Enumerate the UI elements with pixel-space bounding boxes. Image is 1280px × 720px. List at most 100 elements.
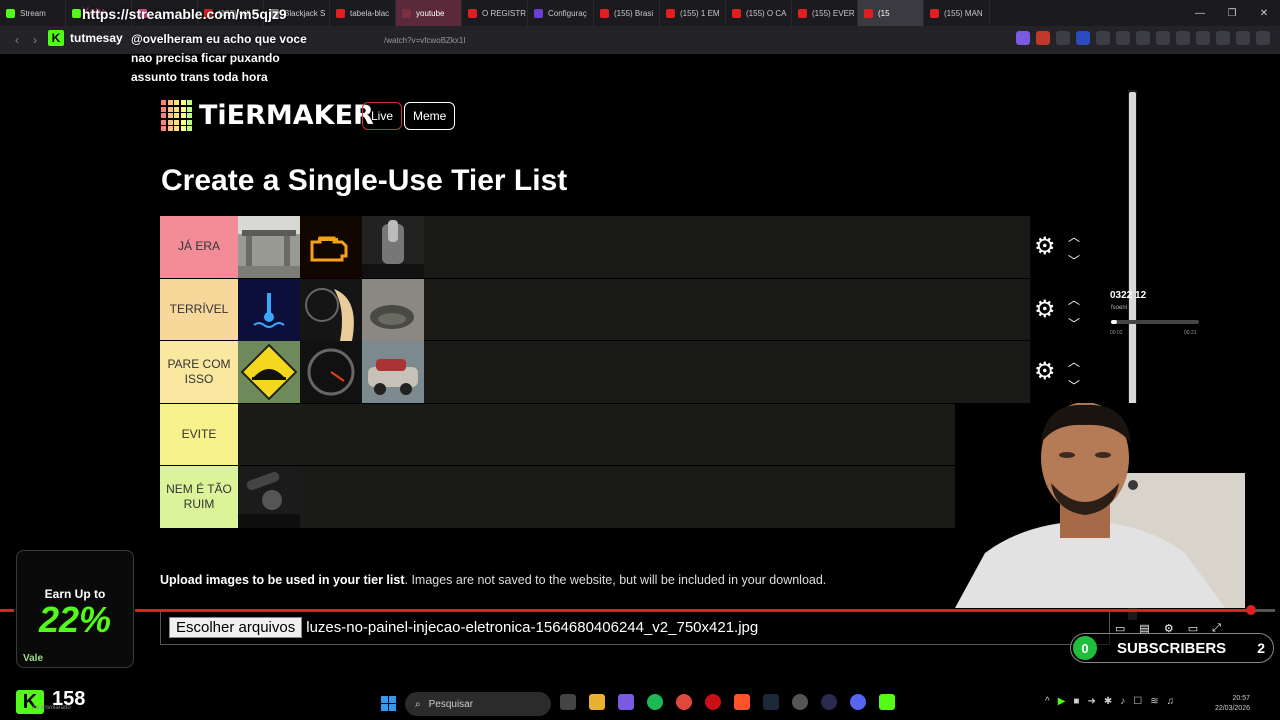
app-icon[interactable] [792, 694, 808, 710]
choose-files-button[interactable]: Escolher arquivos [169, 616, 303, 638]
mini-player-end-time: 00:21 [1184, 330, 1197, 336]
speedometer-image[interactable] [300, 341, 362, 404]
tier-drop-zone[interactable] [238, 403, 1030, 466]
extension-icon[interactable] [1096, 31, 1110, 45]
task-view-icon[interactable] [560, 694, 576, 710]
microphone-icon[interactable]: ♪ [1120, 696, 1125, 707]
url-field[interactable]: /watch?v=vfcwoBZkx1I [384, 36, 466, 45]
chevron-up-icon[interactable]: ︿ [1068, 228, 1080, 245]
mini-player-progress[interactable] [1111, 320, 1199, 324]
check-engine-light-image[interactable] [300, 216, 362, 278]
stream-progress-bar[interactable] [135, 609, 1255, 612]
app-tray-icon[interactable]: ■ [1073, 696, 1079, 707]
gas-station-image[interactable] [238, 216, 300, 278]
manual-gear-stick-image[interactable] [238, 466, 300, 529]
browser-tab[interactable]: youtube [396, 0, 462, 26]
taskbar-search[interactable]: ⌕ Pesquisar [405, 692, 551, 716]
upload-instructions-bold: Upload images to be used in your tier li… [160, 573, 405, 587]
network-icon[interactable]: ☐ [1133, 696, 1142, 707]
gear-icon[interactable]: ⚙ [1034, 297, 1056, 322]
wrecked-car-image[interactable] [362, 341, 424, 404]
tier-label[interactable]: EVITE [160, 403, 238, 466]
chevron-down-icon[interactable]: ﹀ [1068, 252, 1080, 269]
extension-icon[interactable] [1216, 31, 1230, 45]
tier-label[interactable]: NEM É TÃO RUIM [160, 466, 238, 528]
extension-icon[interactable] [1076, 31, 1090, 45]
tier-row-controls: ⚙ ︿ ﹀ [1030, 279, 1094, 342]
browser-tab[interactable]: (155) EVER [792, 0, 858, 26]
tier-label[interactable]: TERRÍVEL [160, 278, 238, 341]
fuel-gauge-dashboard-image[interactable] [300, 278, 362, 341]
tier-label[interactable]: PARE COM ISSO [160, 341, 238, 403]
speed-bump-sign-image[interactable] [238, 341, 300, 404]
browser-tab[interactable]: O REGISTR [462, 0, 528, 26]
chrome-icon[interactable] [676, 694, 692, 710]
tier-label[interactable]: JÁ ERA [160, 216, 238, 278]
close-icon[interactable]: ✕ [1248, 0, 1280, 26]
tab-label: youtube [416, 8, 445, 18]
browser-tab[interactable]: tabela-blac [330, 0, 396, 26]
bluetooth-icon[interactable]: ✱ [1104, 696, 1112, 707]
back-icon[interactable]: ‹ [8, 33, 26, 47]
puzzle-icon[interactable] [1116, 31, 1130, 45]
gear-icon[interactable]: ⚙ [1034, 235, 1056, 259]
play-icon[interactable]: ▶ [1058, 696, 1066, 707]
chevron-down-icon[interactable]: ﹀ [1068, 377, 1080, 394]
shield-icon[interactable] [1236, 31, 1250, 45]
extension-icon[interactable] [1136, 31, 1150, 45]
file-explorer-icon[interactable] [589, 694, 605, 710]
extension-icon[interactable] [1056, 31, 1070, 45]
browser-tab[interactable]: (155) MAN [924, 0, 990, 26]
gear-shifter-image[interactable] [362, 216, 424, 278]
brave-icon[interactable] [734, 694, 750, 710]
tiermaker-logo[interactable]: TiERMAKER [161, 100, 374, 131]
tier-drop-zone[interactable] [238, 466, 1030, 529]
menu-icon[interactable] [1256, 31, 1270, 45]
taskbar-clock[interactable]: 20:57 22/03/2026 [1215, 694, 1250, 714]
volume-icon[interactable]: ♫ [1167, 696, 1175, 707]
pothole-road-image[interactable] [362, 278, 424, 341]
tier-drop-zone[interactable] [238, 216, 1030, 278]
app-icon[interactable] [821, 694, 837, 710]
opera-icon[interactable] [705, 694, 721, 710]
ad-banner[interactable]: Earn Up to 22% Vale [16, 550, 134, 668]
subscribers-count: 0 [1073, 636, 1097, 660]
tab-favicon-icon [402, 8, 411, 18]
minimize-icon[interactable]: — [1184, 0, 1216, 26]
tier-drop-zone[interactable] [238, 341, 1030, 404]
restore-icon[interactable]: ❐ [1216, 0, 1248, 26]
chevron-up-icon[interactable]: ︿ [1068, 353, 1080, 370]
tier-row-controls: ⚙ ︿ ﹀ [1030, 216, 1094, 279]
chevron-down-icon[interactable]: ﹀ [1068, 315, 1080, 332]
spotify-icon[interactable] [647, 694, 663, 710]
meme-button[interactable]: Meme [404, 102, 456, 130]
chevron-up-icon[interactable]: ︿ [1068, 291, 1080, 308]
scrollbar-thumb[interactable] [1129, 92, 1136, 422]
app-icon[interactable] [618, 694, 634, 710]
app-tray-icon[interactable]: ➜ [1087, 696, 1095, 707]
wifi-icon[interactable]: ≋ [1150, 696, 1158, 707]
extension-icon[interactable] [1036, 31, 1050, 45]
discord-icon[interactable] [850, 694, 866, 710]
browser-tab[interactable]: (155) O CA [726, 0, 792, 26]
tier-drop-zone[interactable] [238, 278, 1030, 341]
browser-tab[interactable]: (155) Brasi [594, 0, 660, 26]
music-icon[interactable] [1156, 31, 1170, 45]
gear-icon[interactable]: ⚙ [1034, 360, 1056, 384]
browser-tab[interactable]: (155) 1 EM [660, 0, 726, 26]
browser-tab[interactable]: (15 [858, 0, 924, 26]
extension-icon[interactable] [1016, 31, 1030, 45]
windows-start-icon[interactable] [381, 696, 396, 711]
chevron-up-icon[interactable]: ^ [1045, 696, 1050, 707]
kick-icon[interactable] [879, 694, 895, 710]
logo-text: TiERMAKER [199, 100, 374, 131]
browser-tab[interactable]: Stream [0, 0, 66, 26]
sidebar-icon[interactable] [1176, 31, 1190, 45]
forward-icon[interactable]: › [26, 33, 44, 47]
steam-icon[interactable] [763, 694, 779, 710]
wallet-icon[interactable] [1196, 31, 1210, 45]
browser-tab[interactable]: Configuraç [528, 0, 594, 26]
file-input[interactable]: Escolher arquivos luzes-no-painel-injeca… [160, 609, 1110, 645]
coolant-temp-light-image[interactable] [238, 278, 300, 341]
live-button[interactable]: Live [362, 102, 403, 130]
